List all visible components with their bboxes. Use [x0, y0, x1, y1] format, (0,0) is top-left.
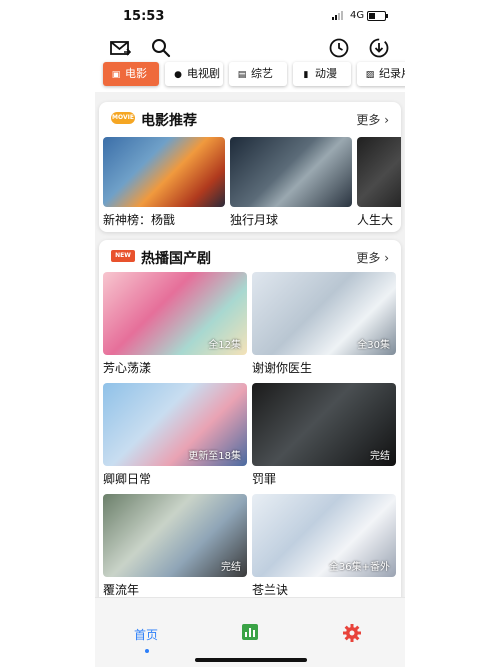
active-indicator	[145, 649, 149, 653]
section-header: MOVIE 电影推荐 更多 ›	[99, 102, 401, 134]
top-bar	[95, 34, 405, 60]
drama-poster: 完结	[103, 494, 247, 577]
nav-home[interactable]: 首页	[134, 626, 158, 643]
download-icon[interactable]	[368, 37, 390, 59]
drama-item[interactable]: 全12集 芳心荡漾	[103, 272, 247, 376]
tv-icon: ●	[174, 70, 182, 80]
episode-badge: 全12集	[208, 340, 241, 351]
mail-icon[interactable]	[109, 37, 131, 59]
movie-poster[interactable]	[230, 137, 352, 207]
drama-title: 谢谢你医生	[252, 361, 313, 375]
signal-icon	[332, 11, 345, 20]
episode-badge: 完结	[370, 451, 390, 462]
movie-recommend-section: MOVIE 电影推荐 更多 › 新神榜：杨戬 独行月球 人生大	[99, 102, 401, 232]
drama-poster: 全30集	[252, 272, 396, 355]
movie-badge: MOVIE	[111, 112, 135, 124]
tab-label: 综艺	[251, 67, 273, 80]
movie-title: 人生大	[357, 213, 394, 227]
episode-badge: 更新至18集	[188, 451, 241, 462]
hot-drama-section: NEW 热播国产剧 更多 › 全12集 芳心荡漾 全30集 谢谢你医生 更新至1…	[99, 240, 401, 640]
movie-title: 独行月球	[230, 213, 279, 227]
tab-variety[interactable]: ▤ 综艺	[229, 62, 287, 86]
drama-item[interactable]: 完结 覆流年	[103, 494, 247, 598]
tab-label: 电影	[125, 67, 147, 80]
tab-documentary[interactable]: ▨ 纪录片	[357, 62, 405, 86]
drama-title: 芳心荡漾	[103, 361, 152, 375]
tab-label: 电视剧	[187, 67, 220, 80]
section-title: 电影推荐	[141, 113, 197, 129]
anime-icon: ▮	[303, 70, 309, 80]
drama-item[interactable]: 完结 罚罪	[252, 383, 396, 487]
variety-icon: ▤	[237, 70, 247, 80]
tab-label: 纪录片	[379, 67, 405, 80]
drama-poster: 全12集	[103, 272, 247, 355]
drama-title: 卿卿日常	[103, 472, 152, 486]
section-title: 热播国产剧	[141, 251, 211, 267]
history-clock-icon[interactable]	[328, 37, 350, 59]
episode-badge: 全30集	[357, 340, 390, 351]
phone-screen: 15:53 4G ▣ 电影 ● 电视剧 ▤ 综艺 ▮ 动漫 ▨ 纪录 MOVIE…	[95, 0, 405, 667]
network-label: 4G	[350, 10, 365, 21]
movie-poster[interactable]	[357, 137, 401, 207]
bottom-nav: 首页	[95, 597, 405, 667]
movie-title: 新神榜：杨戬	[103, 213, 176, 227]
drama-item[interactable]: 全36集+番外 苍兰诀	[252, 494, 396, 598]
status-bar: 15:53 4G	[95, 0, 405, 34]
tab-anime[interactable]: ▮ 动漫	[293, 62, 351, 86]
episode-badge: 完结	[221, 562, 241, 573]
episode-badge: 全36集+番外	[328, 562, 390, 573]
battery-icon	[367, 11, 388, 21]
section-header: NEW 热播国产剧 更多 ›	[99, 240, 401, 272]
drama-title: 苍兰诀	[252, 583, 289, 597]
tab-tv[interactable]: ● 电视剧	[165, 62, 223, 86]
drama-item[interactable]: 更新至18集 卿卿日常	[103, 383, 247, 487]
more-label: 更多	[356, 251, 381, 265]
home-indicator	[195, 658, 307, 662]
documentary-icon: ▨	[365, 70, 375, 80]
drama-title: 罚罪	[252, 472, 277, 486]
drama-item[interactable]: 全30集 谢谢你医生	[252, 272, 396, 376]
search-icon[interactable]	[150, 37, 172, 59]
more-link[interactable]: 更多 ›	[356, 111, 389, 128]
drama-poster: 完结	[252, 383, 396, 466]
settings-gear-icon[interactable]	[342, 623, 362, 643]
status-time: 15:53	[123, 9, 165, 24]
new-badge: NEW	[111, 250, 135, 262]
category-tabs: ▣ 电影 ● 电视剧 ▤ 综艺 ▮ 动漫 ▨ 纪录片	[95, 60, 405, 92]
drama-poster: 更新至18集	[103, 383, 247, 466]
chart-icon[interactable]	[241, 623, 259, 641]
tab-movie[interactable]: ▣ 电影	[103, 62, 159, 86]
tab-label: 动漫	[315, 67, 337, 80]
movie-list: 新神榜：杨戬 独行月球 人生大	[99, 134, 401, 230]
drama-title: 覆流年	[103, 583, 140, 597]
drama-poster: 全36集+番外	[252, 494, 396, 577]
more-label: 更多	[356, 113, 381, 127]
film-icon: ▣	[111, 70, 121, 80]
more-link[interactable]: 更多 ›	[356, 249, 389, 266]
movie-poster[interactable]	[103, 137, 225, 207]
